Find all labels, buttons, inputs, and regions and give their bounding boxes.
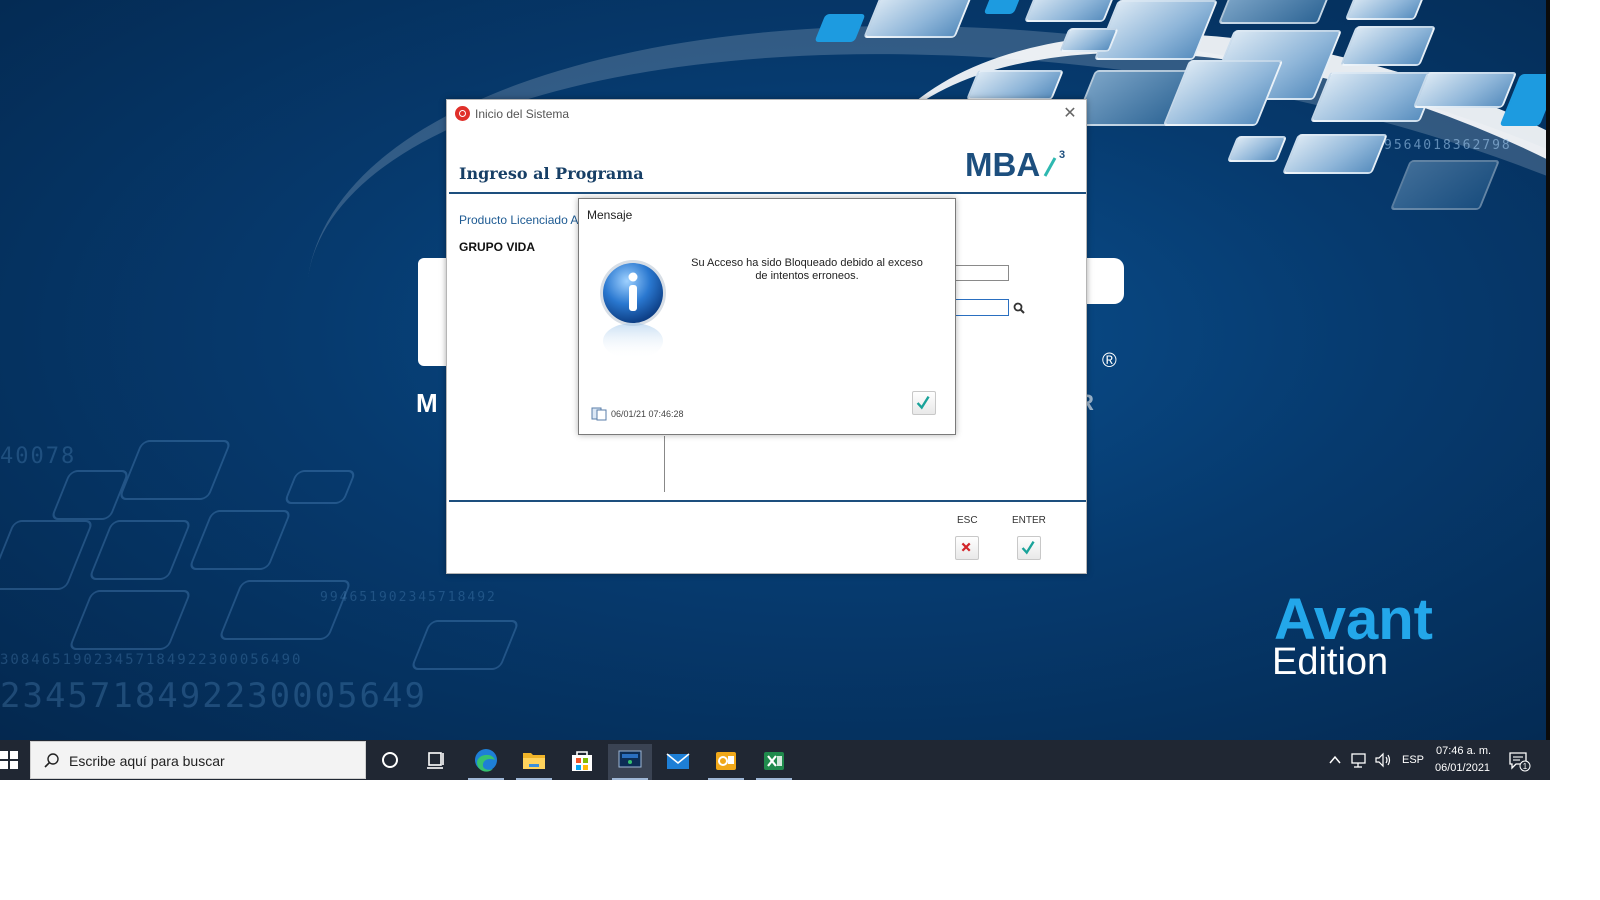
mba-app-taskbar-icon[interactable] xyxy=(608,744,652,780)
page-title: Ingreso al Programa xyxy=(459,164,644,183)
taskbar-search-box[interactable]: Escribe aquí para buscar xyxy=(30,741,366,779)
wallpaper-tile xyxy=(1059,28,1119,52)
excel-icon[interactable] xyxy=(752,744,796,780)
enter-label: ENTER xyxy=(1012,515,1046,526)
dialog-title: Mensaje xyxy=(587,208,633,222)
wallpaper-tile xyxy=(1023,0,1117,22)
wallpaper-registered-mark: ® xyxy=(1102,350,1117,372)
chevron-up-icon[interactable] xyxy=(1328,753,1342,767)
footer-divider xyxy=(449,500,1086,502)
wallpaper-tile xyxy=(1344,0,1426,20)
search-icon xyxy=(44,753,59,768)
language-indicator[interactable]: ESP xyxy=(1402,754,1424,766)
app-running-indicator xyxy=(756,778,792,780)
outlook-icon[interactable] xyxy=(704,744,748,780)
mba-logo-text: MBA xyxy=(965,146,1040,182)
mba-logo-accent xyxy=(1043,157,1057,177)
app-running-indicator xyxy=(468,778,504,780)
brand-edition-text: Edition xyxy=(1272,641,1389,683)
login-titlebar[interactable]: Inicio del Sistema ✕ xyxy=(447,100,1086,128)
wallpaper-ghost-tile xyxy=(117,440,233,500)
close-button[interactable]: ✕ xyxy=(1060,103,1080,125)
wallpaper-tile xyxy=(1217,0,1331,24)
wallpaper-ghost-tile xyxy=(87,520,193,580)
wallpaper-ghost-tile xyxy=(0,520,95,590)
wallpaper-digits: 30846519023457184922300056490 xyxy=(0,652,303,668)
notification-count: 1 xyxy=(1523,762,1528,771)
wallpaper-digits: 994651902345718492 xyxy=(320,590,497,605)
clock-date[interactable]: 06/01/2021 xyxy=(1435,762,1490,774)
wallpaper-logo-letter: M xyxy=(416,388,438,418)
network-icon[interactable] xyxy=(1350,751,1368,769)
search-icon[interactable] xyxy=(1013,302,1025,314)
vertical-divider xyxy=(664,436,665,492)
wallpaper-ghost-tile xyxy=(217,580,353,640)
company-name: GRUPO VIDA xyxy=(459,240,536,254)
volume-icon[interactable] xyxy=(1374,751,1392,769)
checkmark-icon xyxy=(916,395,930,410)
window-title: Inicio del Sistema xyxy=(475,107,570,121)
accept-button[interactable] xyxy=(1017,536,1041,560)
close-icon xyxy=(961,542,971,552)
mba-logo-superscript: 3 xyxy=(1059,149,1065,161)
app-running-indicator xyxy=(612,778,648,780)
mba-logo: MBA 3 xyxy=(965,146,1065,182)
edge-browser-icon[interactable] xyxy=(464,744,508,780)
checkmark-icon xyxy=(1021,540,1035,555)
wallpaper-tile xyxy=(983,0,1023,14)
app-icon xyxy=(455,106,470,121)
copy-icon[interactable] xyxy=(591,407,607,421)
dialog-timestamp: 06/01/21 07:46:28 xyxy=(611,409,684,419)
licensed-product-label: Producto Licenciado A xyxy=(459,213,579,227)
wallpaper-ghost-tile xyxy=(187,510,293,570)
wallpaper-logo-fragment xyxy=(1086,258,1124,304)
header-divider xyxy=(449,192,1086,194)
wallpaper-digits: 40078 xyxy=(0,444,77,469)
info-icon xyxy=(600,260,666,359)
cancel-button[interactable] xyxy=(955,536,979,560)
task-view-icon[interactable] xyxy=(414,744,458,780)
wallpaper-digits: 9564018362798 xyxy=(1384,138,1512,153)
wallpaper-tile xyxy=(965,70,1065,100)
message-dialog: Mensaje Su Acceso ha sido Bloqueado debi… xyxy=(578,198,956,435)
wallpaper-ghost-tile xyxy=(409,620,521,670)
app-running-indicator xyxy=(516,778,552,780)
wallpaper-tile xyxy=(1339,26,1437,66)
wallpaper-tile xyxy=(1412,72,1518,108)
file-explorer-icon[interactable] xyxy=(512,744,556,780)
notification-center-icon[interactable]: 1 xyxy=(1508,750,1532,772)
wallpaper-ghost-tile xyxy=(67,590,193,650)
cortana-icon[interactable] xyxy=(368,744,412,780)
esc-label: ESC xyxy=(957,515,978,526)
dialog-message: Su Acceso ha sido Bloqueado debido al ex… xyxy=(691,257,923,282)
app-running-indicator xyxy=(708,778,744,780)
wallpaper-digits: 2345718492230005649 xyxy=(0,676,427,716)
wallpaper-tile xyxy=(863,0,973,38)
taskbar: Escribe aquí para buscar ESP 07:46 a. m.… xyxy=(0,740,1550,780)
screen-edge xyxy=(1546,0,1550,740)
wallpaper-tile xyxy=(1226,136,1288,162)
wallpaper-tile xyxy=(1281,134,1389,174)
microsoft-store-icon[interactable] xyxy=(560,744,604,780)
search-placeholder: Escribe aquí para buscar xyxy=(69,753,225,769)
mail-icon[interactable] xyxy=(656,744,700,780)
ok-button[interactable] xyxy=(912,391,936,415)
clock-time[interactable]: 07:46 a. m. xyxy=(1436,745,1491,757)
wallpaper-ghost-tile xyxy=(283,470,357,504)
windows-start-icon[interactable] xyxy=(0,750,18,770)
wallpaper-ghost-tile xyxy=(49,470,131,520)
